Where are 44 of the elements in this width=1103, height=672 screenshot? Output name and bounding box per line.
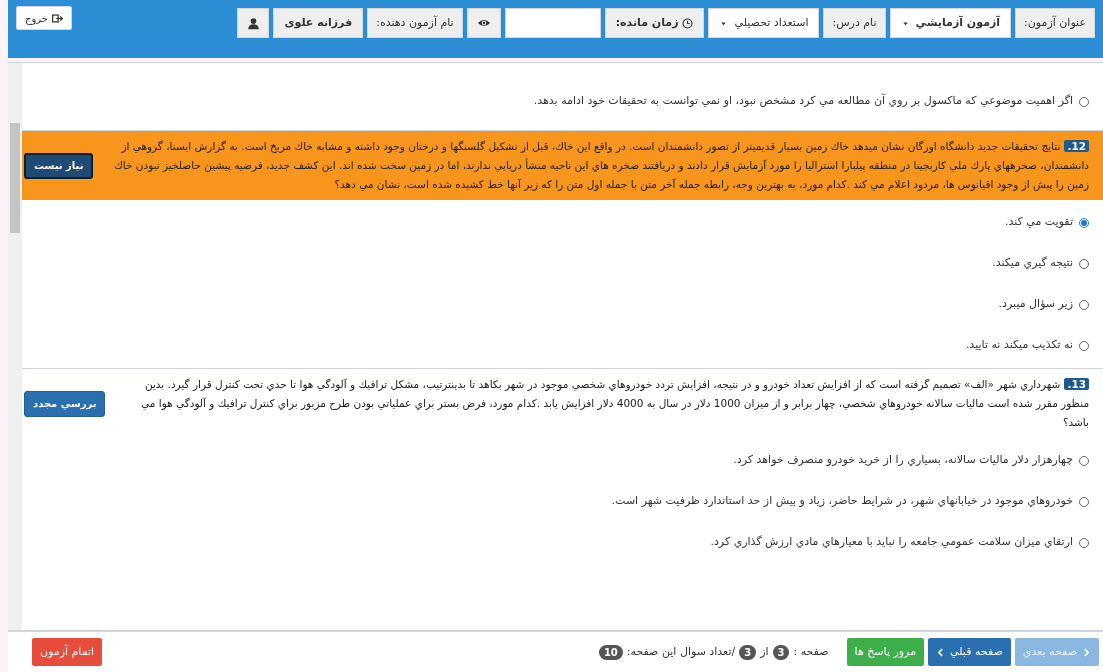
option-text: اگر اهميت موضوعي كه ماكسول بر روي آن مطالعه مي كرد مشخص نبود، او نمي توانست به تحقيقات خود ادامه بدهد. [533,93,1073,110]
clock-icon [682,17,694,29]
option-text: ارتقاي ميزان سلامت عمومي جامعه را نبايد با معيارهاي مادي ارزش گذاري كرد. [710,534,1073,551]
option-text: نتيجه گيري ميكند. [992,255,1073,272]
previous-page-button[interactable]: صفحه قبلي [928,638,1011,666]
review-button[interactable]: بررسي مجدد [24,390,106,417]
chevron-icon [1082,647,1091,657]
option-text: چهارهزار دلار ماليات سالانه، بسياري را از خريد خودرو منصرف خواهد كرد. [733,452,1073,469]
option-text: زير سؤال ميبرد. [998,296,1073,313]
dropdown[interactable]: استعداد تحصيلي [708,8,820,38]
finish-exam-button[interactable]: اتمام آزمون [32,638,103,666]
user-name: فرزانه علوی [273,8,364,38]
field-label: عنوان آزمون: [1015,8,1095,38]
question-count-label: /تعداد سوال اين صفحه: [626,643,736,660]
field-label: نام آزمون دهنده: [367,8,463,38]
show-time-button[interactable] [466,8,501,38]
review-answers-button[interactable]: مرور پاسخ ها [846,638,925,666]
radio-button[interactable] [1079,537,1089,548]
option-text: تقويت مي كند. [1004,214,1073,231]
scrollbar[interactable] [8,63,22,630]
user-icon [246,16,260,30]
count-badge: 3 [772,644,790,660]
timer-text: زمان مانده: [615,14,679,31]
radio-button[interactable] [1079,340,1089,351]
radio-button[interactable] [1079,455,1089,466]
option-text: خودروهاي موجود در خيابانهاي شهر، در شرايط حاضر، زياد و بيش از حد استاندارد ظرفيت شهر است. [611,493,1073,510]
radio-button[interactable] [1079,496,1089,507]
radio-button[interactable] [1079,217,1089,228]
chevron-icon [936,647,946,657]
page-label: صفحه : [793,643,829,660]
radio-button[interactable] [1079,258,1089,269]
of-label: از [760,643,769,660]
time-field[interactable] [504,8,601,38]
dropdown[interactable]: آزمون آزمايشي [889,8,1012,38]
option-text: نه تكذيب ميكند نه تاييد. [965,337,1073,354]
scrollbar-thumb[interactable] [10,123,20,233]
radio-button[interactable] [1079,299,1089,310]
exit-icon [52,12,63,24]
count-badge: 10 [598,644,623,660]
count-badge: 3 [739,644,757,660]
review-button[interactable]: نياز نيست [24,152,94,179]
field-label: نام درس: [823,8,886,38]
exit-button[interactable]: خروج [16,6,72,30]
radio-button[interactable] [1079,96,1089,107]
